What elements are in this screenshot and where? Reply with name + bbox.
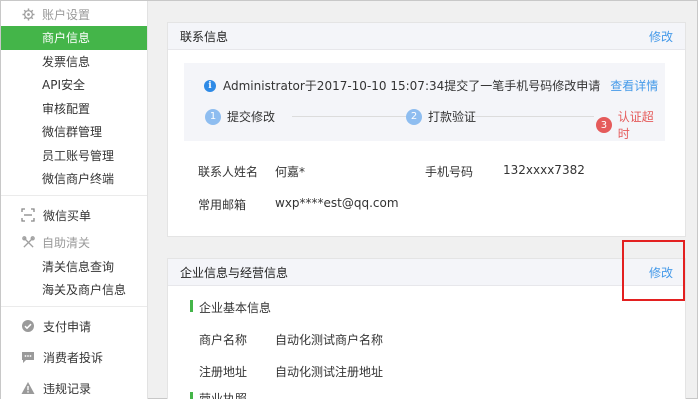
sidebar-divider — [1, 194, 147, 196]
contact-name-value: 何嘉* — [275, 165, 306, 179]
enterprise-info-header: 企业信息与经营信息 修改 — [168, 259, 685, 286]
sidebar-item-violation-record[interactable]: 违规记录 — [1, 373, 147, 399]
section-marker — [190, 392, 193, 399]
gear-icon — [21, 7, 35, 21]
sidebar-item-payment-apply-label: 支付申请 — [43, 319, 92, 334]
step-label: 打款验证 — [428, 110, 477, 124]
sidebar-item-merchant-info[interactable]: 商户信息 — [1, 26, 147, 50]
change-request-notice: i Administrator于2017-10-10 15:07:34提交了一笔… — [184, 63, 665, 141]
enterprise-info-title: 企业信息与经营信息 — [180, 265, 289, 280]
sidebar-item-consumer-complaint[interactable]: 消费者投诉 — [1, 342, 147, 373]
contact-edit-link[interactable]: 修改 — [649, 28, 673, 45]
step-label: 提交修改 — [227, 110, 276, 124]
merchant-name-label: 商户名称 — [199, 333, 248, 347]
info-icon: i — [204, 79, 216, 92]
sidebar-item-wechat-bill-label: 微信买单 — [43, 208, 92, 223]
notice-text: Administrator于2017-10-10 15:07:34提交了一笔手机… — [223, 79, 601, 93]
contact-info-card: 联系信息 修改 i Administrator于2017-10-10 15:07… — [167, 22, 686, 237]
step-number: 2 — [406, 108, 422, 125]
sidebar-item-wechat-bill[interactable]: 微信买单 — [1, 200, 147, 231]
sidebar-item-staff-accounts[interactable]: 员工账号管理 — [1, 144, 147, 168]
address-label: 注册地址 — [199, 365, 248, 379]
sidebar-group-customs: 自助清关 — [1, 231, 147, 255]
view-details-link[interactable]: 查看详情 — [610, 77, 658, 94]
sidebar-divider — [1, 305, 147, 307]
merchant-name-value: 自动化测试商户名称 — [275, 333, 384, 347]
contact-info-header: 联系信息 修改 — [168, 23, 685, 50]
sidebar: 账户设置 商户信息 发票信息 API安全 审核配置 微信群管理 员工账号管理 微… — [1, 1, 148, 399]
step-submit: 1 提交修改 — [205, 108, 275, 125]
email-label: 常用邮箱 — [198, 198, 247, 212]
basic-info-section-title: 企业基本信息 — [199, 301, 272, 315]
sidebar-item-customs-merchant[interactable]: 海关及商户信息 — [1, 278, 147, 302]
sidebar-group-account-label: 账户设置 — [42, 7, 91, 22]
contact-info-title: 联系信息 — [180, 29, 229, 44]
main-content: 联系信息 修改 i Administrator于2017-10-10 15:07… — [149, 1, 698, 399]
address-value: 自动化测试注册地址 — [275, 365, 384, 379]
sidebar-item-merchant-terminal[interactable]: 微信商户终端 — [1, 167, 147, 191]
step-connector — [474, 116, 594, 117]
sidebar-item-invoice-info[interactable]: 发票信息 — [1, 50, 147, 74]
sidebar-group-customs-label: 自助清关 — [42, 236, 91, 250]
sidebar-item-wechat-group[interactable]: 微信群管理 — [1, 120, 147, 144]
payment-icon — [21, 319, 35, 333]
warning-icon — [21, 381, 35, 395]
scan-icon — [21, 208, 35, 222]
annotation-highlight-box — [622, 240, 685, 301]
step-payment-verify: 2 打款验证 — [406, 108, 476, 125]
step-timeout: 3 认证超时 — [596, 108, 665, 142]
notice-line: i Administrator于2017-10-10 15:07:34提交了一笔… — [204, 77, 658, 94]
sidebar-item-violation-record-label: 违规记录 — [43, 381, 92, 396]
app-frame: 账户设置 商户信息 发票信息 API安全 审核配置 微信群管理 员工账号管理 微… — [0, 0, 698, 399]
enterprise-info-card: 企业信息与经营信息 修改 企业基本信息 商户名称 自动化测试商户名称 注册地址 … — [167, 258, 686, 399]
sidebar-item-api-security[interactable]: API安全 — [1, 73, 147, 97]
license-section-title: 营业执照 — [199, 392, 248, 399]
sidebar-item-consumer-complaint-label: 消费者投诉 — [43, 350, 104, 365]
phone-value: 132xxxx7382 — [503, 163, 585, 177]
sidebar-group-account: 账户设置 — [1, 2, 147, 26]
tools-icon — [21, 236, 35, 250]
step-connector — [292, 116, 412, 117]
sidebar-item-customs-query[interactable]: 清关信息查询 — [1, 255, 147, 279]
step-number: 1 — [205, 108, 221, 125]
chat-icon — [21, 350, 35, 364]
email-value: wxp****est@qq.com — [275, 196, 399, 210]
phone-label: 手机号码 — [425, 165, 474, 179]
contact-name-label: 联系人姓名 — [198, 165, 259, 179]
step-label: 认证超时 — [617, 110, 654, 141]
step-number: 3 — [596, 117, 612, 133]
sidebar-item-payment-apply[interactable]: 支付申请 — [1, 311, 147, 342]
sidebar-item-review-config[interactable]: 审核配置 — [1, 97, 147, 121]
section-marker — [190, 300, 193, 312]
